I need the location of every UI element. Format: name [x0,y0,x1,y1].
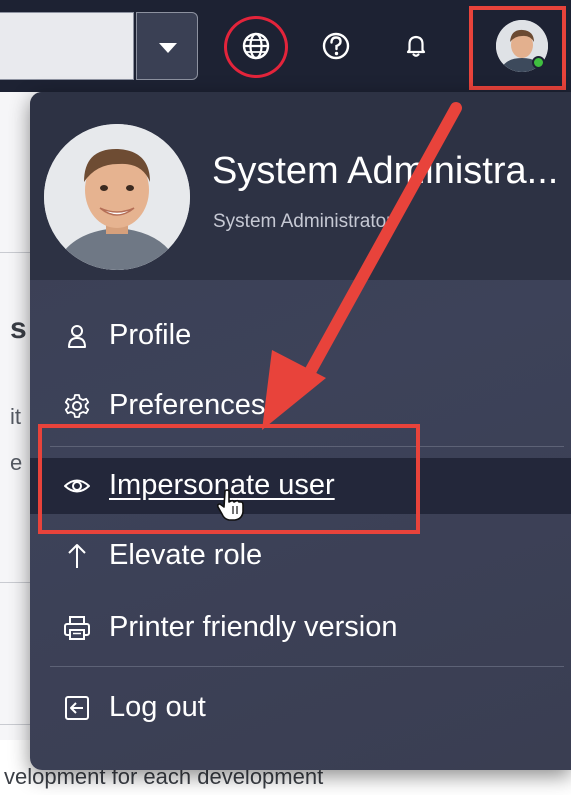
user-role-label: System Administrator [213,211,393,232]
scope-select-toggle[interactable] [136,12,198,80]
logout-icon [65,696,89,720]
user-display-name: System Administra... [212,150,559,192]
menu-item-label: Elevate role [109,539,263,571]
help-icon[interactable] [316,26,356,66]
user-icon [68,325,86,348]
menu-item-profile[interactable]: Profile [30,308,550,364]
globe-highlight-circle [224,16,288,78]
top-navigation-bar [0,0,571,92]
menu-item-label: Preferences [109,389,266,421]
menu-divider [50,666,564,667]
gear-icon [64,394,90,418]
arrow-up-icon [68,544,86,568]
background-text-fragment: e [10,450,23,475]
online-status-dot [532,56,545,69]
menu-item-log-out[interactable]: Log out [30,680,550,736]
scope-select[interactable] [0,12,134,80]
background-heading-fragment: s [10,312,27,345]
menu-item-label: Log out [109,691,206,723]
menu-item-label: Profile [109,319,192,351]
chevron-down-icon [159,43,177,53]
background-text-fragment: it [10,404,21,429]
avatar-large [44,124,190,270]
printer-icon [64,616,90,640]
menu-item-printer-friendly[interactable]: Printer friendly version [30,600,550,656]
hand-cursor-icon [216,489,244,521]
menu-item-elevate-role[interactable]: Elevate role [30,528,550,584]
menu-item-label: Printer friendly version [109,611,398,643]
user-photo [44,124,190,270]
bell-icon[interactable] [396,26,436,66]
